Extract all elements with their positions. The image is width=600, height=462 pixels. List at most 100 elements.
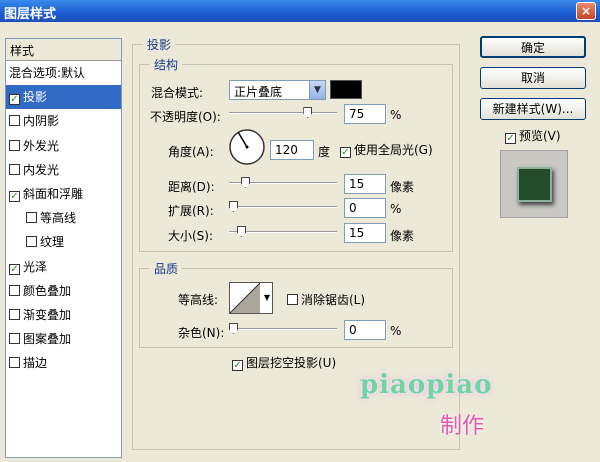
style-item-inner-glow[interactable]: 内发光 xyxy=(6,158,121,182)
contour-preview-icon xyxy=(230,283,260,313)
style-item-pattern-overlay[interactable]: 图案叠加 xyxy=(6,327,121,351)
gradient-overlay-checkbox[interactable] xyxy=(9,308,20,320)
contour-picker[interactable]: ▼ xyxy=(229,282,273,314)
style-item-label: 内发光 xyxy=(23,162,60,177)
drop-shadow-group-title: 投影 xyxy=(143,36,176,53)
chevron-down-icon[interactable]: ▼ xyxy=(264,293,270,302)
style-item-satin[interactable]: ✓ 光泽 xyxy=(6,255,121,279)
angle-dial[interactable] xyxy=(228,128,266,166)
style-item-label: 投影 xyxy=(23,90,48,105)
size-label: 大小(S): xyxy=(168,229,214,243)
style-item-gradient-overlay[interactable]: 渐变叠加 xyxy=(6,303,121,327)
opacity-slider-handle[interactable] xyxy=(303,107,313,118)
style-item-label: 等高线 xyxy=(40,211,77,226)
inner-shadow-checkbox[interactable] xyxy=(9,115,20,127)
spread-slider-handle[interactable] xyxy=(229,201,238,212)
preview-swatch xyxy=(517,167,552,202)
style-item-label: 混合选项:默认 xyxy=(9,66,86,80)
anti-alias-checkbox[interactable] xyxy=(287,294,298,305)
blend-mode-select[interactable]: 正片叠底 ▼ xyxy=(229,80,326,100)
anti-alias-option[interactable]: 消除锯齿(L) xyxy=(287,291,365,308)
style-item-label: 内阴影 xyxy=(23,114,60,129)
global-light-label: 使用全局光(G) xyxy=(354,143,433,157)
preview-checkbox[interactable]: ✓ xyxy=(505,133,516,144)
style-item-color-overlay[interactable]: 颜色叠加 xyxy=(6,279,121,303)
spread-label: 扩展(R): xyxy=(168,204,214,218)
bevel-emboss-checkbox[interactable]: ✓ xyxy=(9,190,20,202)
opacity-slider[interactable] xyxy=(229,107,337,118)
knockout-option[interactable]: ✓ 图层挖空投影(U) xyxy=(232,354,336,371)
preview-option[interactable]: ✓ 预览(V) xyxy=(505,127,561,144)
watermark: piaopiao 制作 xyxy=(360,350,580,450)
noise-slider-handle[interactable] xyxy=(229,323,238,334)
noise-unit: % xyxy=(390,324,402,338)
window-titlebar: 图层样式 × xyxy=(0,0,600,22)
stroke-checkbox[interactable] xyxy=(9,357,20,369)
style-item-label: 图案叠加 xyxy=(23,332,72,347)
style-list-header: 样式 xyxy=(6,39,121,61)
spread-unit: % xyxy=(390,202,402,216)
structure-group-title: 结构 xyxy=(150,56,183,73)
pattern-overlay-checkbox[interactable] xyxy=(9,333,20,345)
noise-label: 杂色(N): xyxy=(178,326,225,340)
distance-unit: 像素 xyxy=(390,180,415,194)
spread-slider[interactable] xyxy=(229,201,337,212)
knockout-checkbox[interactable]: ✓ xyxy=(232,360,243,371)
distance-slider[interactable] xyxy=(229,177,337,188)
style-item-bevel-emboss[interactable]: ✓ 斜面和浮雕 xyxy=(6,182,121,206)
shadow-color-swatch[interactable] xyxy=(330,80,362,99)
style-item-label: 渐变叠加 xyxy=(23,307,72,322)
ok-button[interactable]: 确定 xyxy=(480,36,586,58)
size-input[interactable]: 15 xyxy=(344,223,386,243)
angle-label: 角度(A): xyxy=(168,145,214,159)
chevron-down-icon[interactable]: ▼ xyxy=(309,81,325,99)
contour-checkbox[interactable] xyxy=(26,212,37,224)
anti-alias-label: 消除锯齿(L) xyxy=(301,293,366,307)
style-item-stroke[interactable]: 描边 xyxy=(6,351,121,375)
distance-input[interactable]: 15 xyxy=(344,174,386,194)
color-overlay-checkbox[interactable] xyxy=(9,284,20,296)
knockout-label: 图层挖空投影(U) xyxy=(246,356,337,370)
noise-slider[interactable] xyxy=(229,323,337,334)
spread-input[interactable]: 0 xyxy=(344,198,386,218)
style-item-label: 颜色叠加 xyxy=(23,283,72,298)
style-item-label: 光泽 xyxy=(23,259,48,274)
inner-glow-checkbox[interactable] xyxy=(9,163,20,175)
close-button[interactable]: × xyxy=(576,2,596,20)
opacity-input[interactable]: 75 xyxy=(344,104,386,124)
preview-label: 预览(V) xyxy=(519,129,561,143)
contour-label: 等高线: xyxy=(178,293,219,307)
angle-input[interactable]: 120 xyxy=(270,140,314,160)
quality-group-title: 品质 xyxy=(150,260,183,277)
size-slider-handle[interactable] xyxy=(237,226,246,237)
distance-slider-handle[interactable] xyxy=(241,177,250,188)
style-item-texture[interactable]: 纹理 xyxy=(6,230,121,254)
style-item-label: 外发光 xyxy=(23,138,60,153)
outer-glow-checkbox[interactable] xyxy=(9,139,20,151)
style-item-inner-shadow[interactable]: 内阴影 xyxy=(6,109,121,133)
window-title: 图层样式 xyxy=(4,7,57,22)
style-item-label: 纹理 xyxy=(40,235,65,250)
size-unit: 像素 xyxy=(390,229,415,243)
style-item-drop-shadow[interactable]: ✓ 投影 xyxy=(6,85,121,110)
cancel-button[interactable]: 取消 xyxy=(480,67,586,89)
style-item-contour[interactable]: 等高线 xyxy=(6,206,121,230)
opacity-label: 不透明度(O): xyxy=(150,110,221,124)
drop-shadow-checkbox[interactable]: ✓ xyxy=(9,94,20,106)
distance-label: 距离(D): xyxy=(168,180,215,194)
watermark-sub: 制作 xyxy=(440,414,485,439)
texture-checkbox[interactable] xyxy=(26,236,37,248)
size-slider[interactable] xyxy=(229,226,337,237)
blend-mode-label: 混合模式: xyxy=(151,86,204,100)
style-preview xyxy=(500,150,568,218)
style-item-outer-glow[interactable]: 外发光 xyxy=(6,134,121,158)
global-light-option[interactable]: ✓ 使用全局光(G) xyxy=(340,141,433,158)
satin-checkbox[interactable]: ✓ xyxy=(9,263,20,275)
style-item-blending-options[interactable]: 混合选项:默认 xyxy=(6,61,121,85)
noise-input[interactable]: 0 xyxy=(344,320,386,340)
new-style-button[interactable]: 新建样式(W)... xyxy=(480,98,586,120)
style-item-label: 描边 xyxy=(23,356,48,371)
angle-unit: 度 xyxy=(318,145,331,159)
global-light-checkbox[interactable]: ✓ xyxy=(340,147,351,158)
close-icon: × xyxy=(580,4,592,18)
